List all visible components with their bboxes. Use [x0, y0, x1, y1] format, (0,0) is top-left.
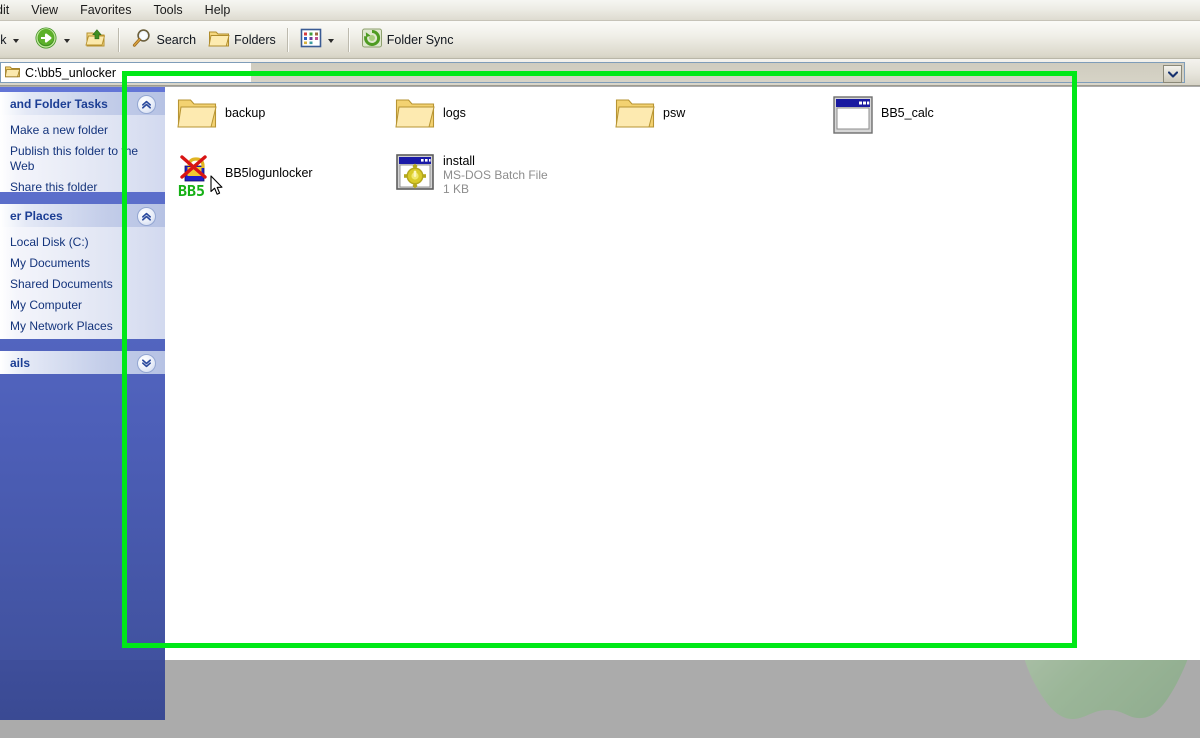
toolbar: ck — [0, 21, 1200, 59]
up-folder-icon — [84, 27, 107, 52]
list-item[interactable]: BB5_calc — [831, 93, 936, 137]
ms-dos-batch-icon — [395, 152, 435, 192]
search-button-label: Search — [156, 32, 197, 47]
list-item[interactable]: logs — [393, 93, 468, 137]
magnifier-icon — [131, 27, 153, 52]
address-dropdown-button[interactable] — [1163, 65, 1182, 83]
forward-arrow-icon — [34, 26, 58, 53]
sidebar-panel-file-and-folder-tasks: and Folder Tasks Make a new folder Publi… — [0, 92, 165, 195]
chevron-down-icon[interactable] — [137, 354, 156, 373]
panel-header-file-and-folder-tasks[interactable]: and Folder Tasks — [0, 92, 165, 115]
list-item-name: install — [443, 154, 475, 168]
list-item-text: BB5logunlocker — [225, 152, 313, 180]
search-button[interactable]: Search — [125, 24, 203, 56]
list-item-name: BB5logunlocker — [225, 166, 313, 180]
folder-sync-button-label: Folder Sync — [386, 32, 454, 47]
sidebar-link-shared-documents[interactable]: Shared Documents — [10, 277, 155, 292]
list-item-name: backup — [225, 106, 266, 120]
menu-item-tools[interactable]: Tools — [142, 1, 193, 19]
explorer-body: and Folder Tasks Make a new folder Publi… — [0, 87, 1200, 660]
address-bar: C:\bb5_unlocker — [0, 59, 1200, 86]
menu-bar: dit View Favorites Tools Help — [0, 0, 1200, 21]
views-grid-icon — [300, 28, 322, 51]
list-item-type: MS-DOS Batch File — [443, 168, 548, 182]
bb5-unlocker-icon: BB5 — [177, 152, 217, 200]
explorer-window: dit View Favorites Tools Help ck — [0, 0, 1200, 660]
folders-button[interactable]: Folders — [202, 24, 282, 56]
up-button[interactable] — [79, 24, 113, 56]
list-item-name: logs — [443, 106, 466, 120]
list-item-text: BB5_calc — [881, 95, 934, 120]
list-item-name: psw — [663, 106, 686, 120]
sidebar-link-my-computer[interactable]: My Computer — [10, 298, 155, 313]
panel-body-other-places: Local Disk (C:) My Documents Shared Docu… — [0, 227, 165, 339]
list-item-text: logs — [443, 95, 466, 120]
sidebar: and Folder Tasks Make a new folder Publi… — [0, 87, 165, 660]
panel-title-file-and-folder-tasks: and Folder Tasks — [10, 96, 108, 111]
address-input[interactable]: C:\bb5_unlocker — [0, 62, 1185, 83]
toolbar-separator-2 — [286, 27, 289, 52]
toolbar-separator-1 — [117, 27, 120, 52]
panel-header-details[interactable]: ails — [0, 351, 165, 374]
list-item-size: 1 KB — [443, 182, 470, 196]
panel-header-other-places[interactable]: er Places — [0, 204, 165, 227]
chevron-down-icon — [1167, 67, 1178, 81]
list-item[interactable]: BB5 BB5logunlocker — [175, 150, 315, 200]
address-value-wrap: C:\bb5_unlocker — [1, 63, 251, 82]
list-item-text: install MS-DOS Batch File 1 KB — [443, 152, 548, 196]
folder-sync-icon — [361, 27, 383, 52]
application-window-icon — [833, 95, 873, 135]
chevron-up-icon[interactable] — [137, 207, 156, 226]
sidebar-link-make-new-folder[interactable]: Make a new folder — [10, 123, 155, 138]
list-item[interactable]: psw — [613, 93, 687, 137]
address-path-text: C:\bb5_unlocker — [25, 65, 117, 80]
forward-dropdown-caret[interactable] — [63, 39, 70, 43]
menu-item-favorites[interactable]: Favorites — [69, 1, 142, 19]
folder-icon — [177, 95, 217, 135]
panel-title-other-places: er Places — [10, 208, 63, 223]
folder-sync-button[interactable]: Folder Sync — [355, 24, 460, 56]
sidebar-panel-other-places: er Places Local Disk (C:) My Documents S… — [0, 204, 165, 339]
folder-icon — [4, 65, 21, 81]
menu-item-help[interactable]: Help — [194, 1, 242, 19]
panel-title-details: ails — [10, 355, 31, 370]
folders-button-label: Folders — [234, 32, 276, 47]
chevron-up-icon[interactable] — [137, 95, 156, 114]
list-item-text: psw — [663, 95, 685, 120]
forward-button[interactable] — [28, 24, 79, 56]
list-item-text: backup — [225, 95, 265, 120]
menu-item-view[interactable]: View — [20, 1, 69, 19]
views-button[interactable] — [294, 24, 343, 56]
sidebar-link-share-folder[interactable]: Share this folder — [10, 180, 155, 195]
back-button[interactable]: ck — [0, 24, 28, 56]
sidebar-panel-details: ails — [0, 351, 165, 374]
sidebar-link-my-documents[interactable]: My Documents — [10, 256, 155, 271]
file-list-pane[interactable]: backup logs psw BB5_calc BB5 BB5logunloc… — [165, 87, 1200, 660]
back-dropdown-caret[interactable] — [12, 39, 19, 43]
folder-icon — [395, 95, 435, 135]
sidebar-link-my-network-places[interactable]: My Network Places — [10, 319, 155, 334]
list-item[interactable]: install MS-DOS Batch File 1 KB — [393, 150, 550, 198]
toolbar-separator-3 — [347, 27, 350, 52]
list-item[interactable]: backup — [175, 93, 267, 137]
sidebar-link-publish-folder-web[interactable]: Publish this folder to the Web — [10, 144, 155, 174]
svg-text:BB5: BB5 — [178, 182, 205, 198]
sidebar-link-local-disk-c[interactable]: Local Disk (C:) — [10, 235, 155, 250]
list-item-name: BB5_calc — [881, 106, 934, 120]
back-button-label: ck — [0, 32, 7, 47]
menu-item-edit[interactable]: dit — [0, 1, 20, 19]
folder-icon — [615, 95, 655, 135]
panel-body-file-and-folder-tasks: Make a new folder Publish this folder to… — [0, 115, 165, 195]
folder-icon — [208, 27, 230, 52]
views-dropdown-caret[interactable] — [327, 39, 334, 43]
